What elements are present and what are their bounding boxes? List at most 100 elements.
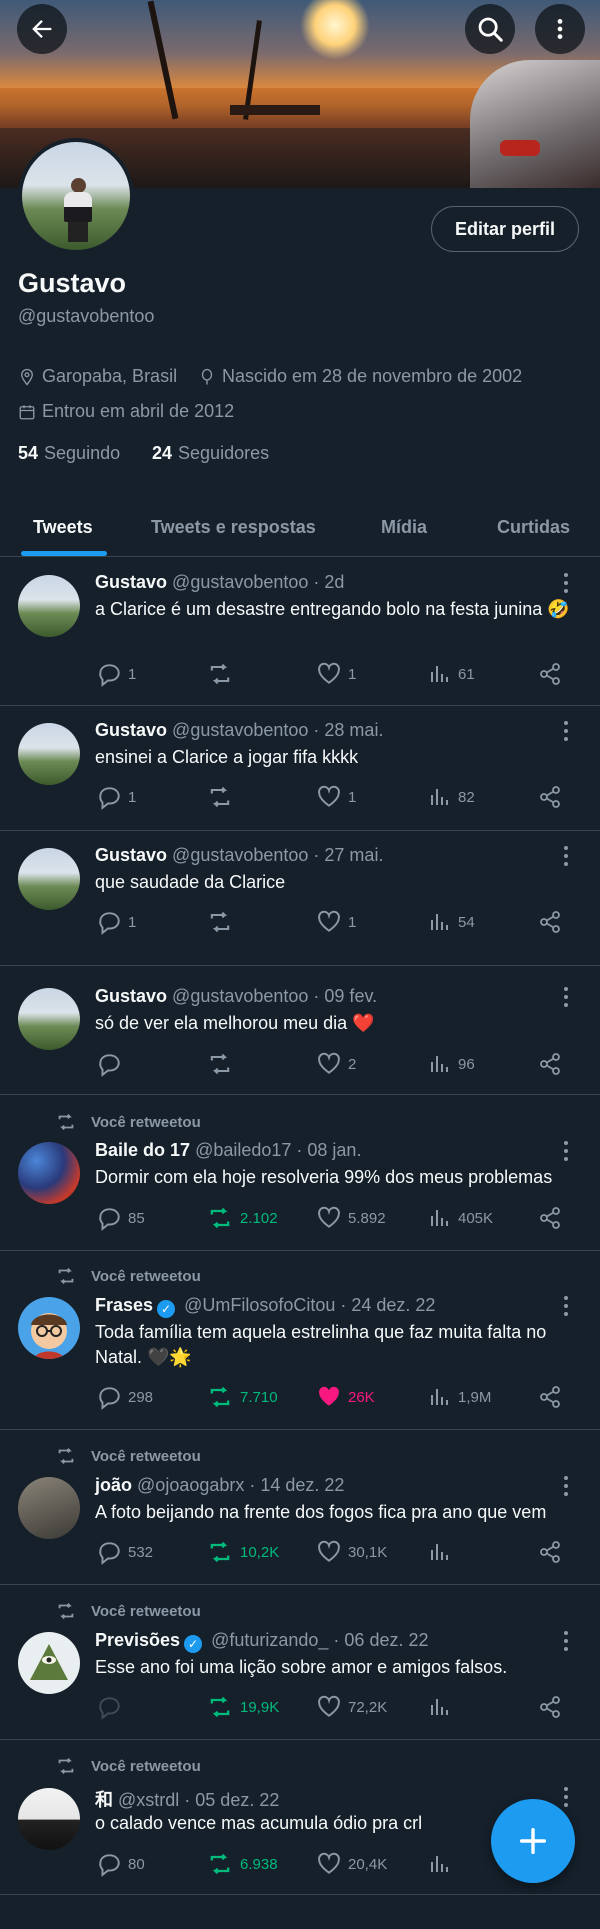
tweet-avatar[interactable] [18, 723, 80, 785]
retweet-button[interactable]: 10,2K [206, 1537, 279, 1567]
like-button[interactable]: 30,1K [316, 1537, 387, 1567]
tweet-avatar[interactable] [18, 575, 80, 637]
tweet-more-icon[interactable] [556, 1141, 576, 1161]
share-button[interactable] [538, 1382, 562, 1412]
profile-avatar[interactable] [18, 138, 134, 254]
reply-button[interactable]: 80 [96, 1849, 145, 1879]
reply-icon [99, 1208, 120, 1231]
tweet-item[interactable]: Você retweetou Previsões ✓ @futurizando_ … [0, 1585, 600, 1740]
back-button[interactable] [17, 4, 67, 54]
reply-count: 80 [128, 1855, 145, 1873]
reply-count: 532 [128, 1543, 154, 1561]
share-icon [540, 663, 560, 685]
tab-likes[interactable]: Curtidas [497, 498, 570, 556]
retweet-indicator: Você retweetou [55, 1445, 201, 1467]
like-button[interactable]: 1 [316, 907, 356, 937]
reply-button[interactable] [96, 1049, 128, 1079]
share-icon [540, 1207, 560, 1229]
tweet-avatar[interactable] [18, 1788, 80, 1850]
retweet-button[interactable] [206, 782, 240, 812]
tweet-more-icon[interactable] [556, 987, 576, 1007]
views-button[interactable]: 96 [428, 1049, 475, 1079]
like-button[interactable]: 20,4K [316, 1849, 387, 1879]
retweet-button[interactable]: 2.102 [206, 1203, 278, 1233]
tweet-more-icon[interactable] [556, 1631, 576, 1651]
views-button[interactable] [428, 1849, 458, 1879]
reply-button[interactable]: 1 [96, 907, 136, 937]
like-button[interactable]: 26K [316, 1382, 375, 1412]
tab-tweets-and-replies[interactable]: Tweets e respostas [151, 498, 316, 556]
views-button[interactable]: 82 [428, 782, 475, 812]
tweet-meta: @gustavobentoo · 28 mai. [172, 720, 384, 740]
reply-button[interactable]: 1 [96, 782, 136, 812]
tweet-more-icon[interactable] [556, 721, 576, 741]
tweet-more-icon[interactable] [556, 846, 576, 866]
like-button[interactable]: 1 [316, 782, 356, 812]
tweet-avatar[interactable] [18, 1477, 80, 1539]
views-button[interactable] [428, 1537, 458, 1567]
tweet-item[interactable]: Você retweetou joão @ojoaogabrx · 14 dez… [0, 1430, 600, 1585]
more-button[interactable] [535, 4, 585, 54]
views-button[interactable]: 1,9M [428, 1382, 491, 1412]
edit-profile-button[interactable]: Editar perfil [431, 206, 579, 252]
share-button[interactable] [538, 1049, 562, 1079]
tweet-avatar[interactable] [18, 1142, 80, 1204]
reply-button[interactable]: 532 [96, 1537, 153, 1567]
share-button[interactable] [538, 907, 562, 937]
retweet-button[interactable] [206, 907, 240, 937]
views-button[interactable] [428, 1692, 458, 1722]
retweet-button[interactable]: 6.938 [206, 1849, 278, 1879]
share-button[interactable] [538, 782, 562, 812]
tweet-item[interactable]: Gustavo @gustavobentoo · 09 fev. só de v… [0, 966, 600, 1095]
tweet-avatar[interactable] [18, 1632, 80, 1694]
reply-button[interactable]: 85 [96, 1203, 145, 1233]
reply-button[interactable]: 298 [96, 1382, 153, 1412]
views-count: 61 [458, 665, 475, 683]
calendar-icon [19, 404, 35, 419]
tweet-more-icon[interactable] [556, 1296, 576, 1316]
retweet-button[interactable] [206, 1049, 240, 1079]
tweet-item[interactable]: Gustavo @gustavobentoo · 2d a Clarice é … [0, 557, 600, 706]
tab-media[interactable]: Mídia [381, 498, 427, 556]
search-button[interactable] [465, 4, 515, 54]
share-icon [540, 1541, 560, 1563]
share-button[interactable] [538, 1203, 562, 1233]
more-vertical-icon [557, 19, 563, 39]
views-button[interactable]: 54 [428, 907, 475, 937]
retweet-button[interactable] [206, 659, 240, 689]
tweet-item[interactable]: Você retweetou Baile do 17 @bailedo17 · … [0, 1095, 600, 1251]
tweet-item[interactable]: Gustavo @gustavobentoo · 27 mai. que sau… [0, 831, 600, 966]
active-tab-indicator [21, 551, 107, 556]
tweet-item[interactable]: Você retweetou Frases ✓ @UmFilosofoCitou … [0, 1251, 600, 1430]
share-button[interactable] [538, 1692, 562, 1722]
tweet-author-name: Gustavo [95, 572, 168, 592]
tweet-avatar[interactable] [18, 1297, 80, 1359]
like-button[interactable]: 5.892 [316, 1203, 386, 1233]
tweet-avatar[interactable] [18, 988, 80, 1050]
views-button[interactable]: 61 [428, 659, 475, 689]
share-button[interactable] [538, 659, 562, 689]
profile-name: Gustavo [18, 268, 127, 298]
views-button[interactable]: 405K [428, 1203, 493, 1233]
following-link[interactable]: 54 Seguindo [18, 443, 120, 464]
retweet-button[interactable]: 19,9K [206, 1692, 279, 1722]
like-button[interactable]: 72,2K [316, 1692, 387, 1722]
retweet-button[interactable]: 7.710 [206, 1382, 278, 1412]
retweet-count: 6.938 [240, 1855, 278, 1873]
tweet-avatar[interactable] [18, 848, 80, 910]
tweet-more-icon[interactable] [556, 1787, 576, 1807]
reply-icon [99, 1387, 120, 1410]
like-button[interactable]: 1 [316, 659, 356, 689]
like-button[interactable]: 2 [316, 1049, 356, 1079]
tweet-item[interactable]: Gustavo @gustavobentoo · 28 mai. ensinei… [0, 706, 600, 831]
tweet-more-icon[interactable] [556, 573, 576, 593]
compose-tweet-button[interactable] [491, 1799, 575, 1883]
tweet-author-name: Baile do 17 [95, 1140, 191, 1160]
followers-link[interactable]: 24 Seguidores [152, 443, 269, 464]
reply-button[interactable]: 1 [96, 659, 136, 689]
tweet-more-icon[interactable] [556, 1476, 576, 1496]
reply-count: 1 [128, 788, 137, 806]
share-button[interactable] [538, 1537, 562, 1567]
tab-tweets[interactable]: Tweets [33, 498, 93, 556]
reply-button[interactable] [96, 1692, 128, 1722]
